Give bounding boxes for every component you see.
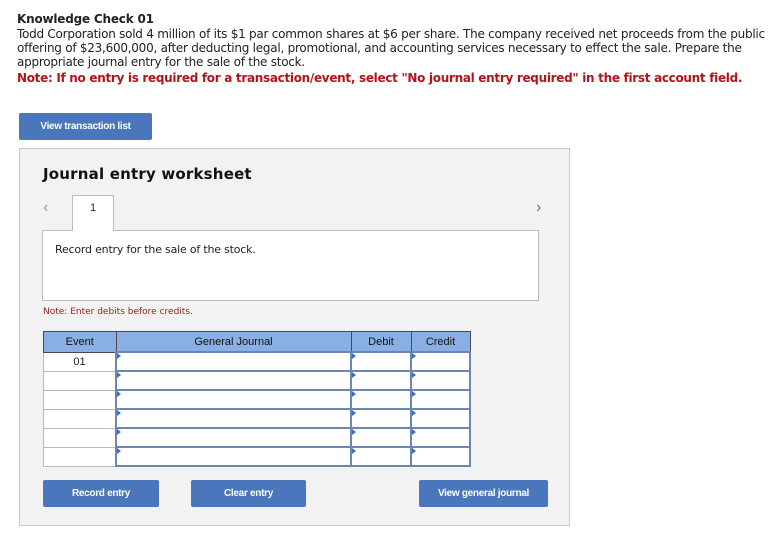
debit-input[interactable] — [350, 370, 412, 391]
account-input[interactable] — [115, 370, 352, 391]
event-cell — [43, 389, 117, 410]
account-input[interactable] — [115, 427, 352, 448]
question-body: Todd Corporation sold 4 million of its $… — [17, 27, 765, 69]
credit-input[interactable] — [410, 446, 471, 467]
clear-entry-button[interactable]: Clear entry — [191, 480, 306, 507]
event-cell — [43, 446, 117, 467]
debit-input[interactable] — [350, 427, 412, 448]
credit-input[interactable] — [410, 389, 471, 410]
account-input[interactable] — [115, 389, 352, 410]
journal-entry-worksheet-panel: Journal entry worksheet ‹ 1 › Record ent… — [19, 148, 570, 526]
table-header-row: Event General Journal Debit Credit — [43, 331, 471, 353]
table-row: 01 — [43, 351, 471, 372]
event-cell — [43, 427, 117, 448]
table-row — [43, 389, 471, 410]
entry-description-box: Record entry for the sale of the stock. — [42, 230, 539, 301]
credit-input[interactable] — [410, 370, 471, 391]
chevron-left-icon[interactable]: ‹ — [43, 199, 48, 217]
debit-input[interactable] — [350, 389, 412, 410]
record-entry-button[interactable]: Record entry — [43, 480, 159, 507]
tab-entry-1[interactable]: 1 — [72, 195, 114, 231]
table-row — [43, 446, 471, 467]
credit-input[interactable] — [410, 427, 471, 448]
header-event: Event — [43, 331, 117, 353]
credit-input[interactable] — [410, 351, 471, 372]
account-input[interactable] — [115, 408, 352, 429]
worksheet-title: Journal entry worksheet — [43, 165, 252, 183]
table-row — [43, 370, 471, 391]
debit-input[interactable] — [350, 446, 412, 467]
question-title: Knowledge Check 01 — [17, 12, 154, 26]
account-input[interactable] — [115, 351, 352, 372]
event-cell: 01 — [43, 351, 117, 372]
table-row — [43, 427, 471, 448]
debit-input[interactable] — [350, 351, 412, 372]
debit-input[interactable] — [350, 408, 412, 429]
event-cell — [43, 370, 117, 391]
account-input[interactable] — [115, 446, 352, 467]
table-row — [43, 408, 471, 429]
question-note: Note: If no entry is required for a tran… — [17, 71, 743, 85]
header-debit: Debit — [350, 331, 412, 353]
journal-table: Event General Journal Debit Credit 01 — [43, 331, 471, 467]
header-credit: Credit — [410, 331, 471, 353]
chevron-right-icon[interactable]: › — [536, 199, 541, 217]
entry-description: Record entry for the sale of the stock. — [55, 243, 256, 256]
view-transaction-list-button[interactable]: View transaction list — [19, 113, 152, 140]
header-general-journal: General Journal — [115, 331, 352, 353]
view-general-journal-button[interactable]: View general journal — [419, 480, 548, 507]
debits-note: Note: Enter debits before credits. — [43, 307, 193, 317]
event-cell — [43, 408, 117, 429]
credit-input[interactable] — [410, 408, 471, 429]
